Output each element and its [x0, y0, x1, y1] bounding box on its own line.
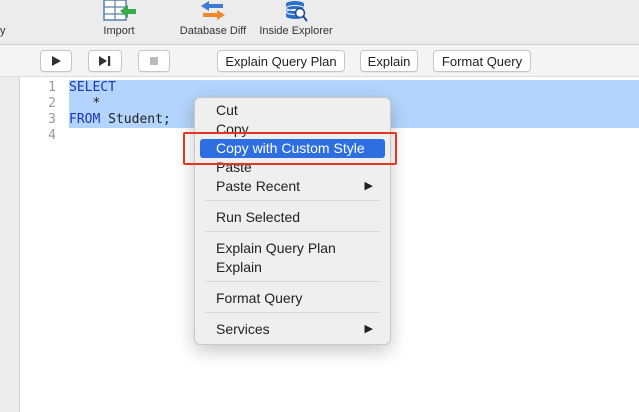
inside-explorer-label: Inside Explorer: [259, 25, 333, 37]
line-number: 4: [48, 128, 56, 143]
submenu-arrow-icon: ▶: [364, 323, 373, 335]
menu-separator: [205, 200, 380, 201]
code-line-3-rest: Student;: [100, 112, 171, 127]
explain-query-plan-button[interactable]: Explain Query Plan: [217, 50, 345, 72]
menu-item-cut[interactable]: Cut: [200, 101, 385, 120]
menu-item-run-selected[interactable]: Run Selected: [200, 208, 385, 227]
code-line-2: *: [69, 96, 101, 111]
toolbar-cut-label: y: [0, 25, 6, 37]
menu-separator: [205, 281, 380, 282]
menu-item-services[interactable]: Services ▶: [200, 320, 385, 339]
keyword-from: FROM: [69, 112, 101, 127]
menu-item-services-label: Services: [216, 321, 270, 337]
code-line-1: SELECT: [69, 80, 116, 95]
line-number: 3: [48, 112, 56, 127]
menu-separator: [205, 231, 380, 232]
code-line-3: FROM Student;: [69, 112, 171, 128]
database-diff-label: Database Diff: [179, 25, 247, 37]
left-sidebar: [0, 45, 20, 412]
database-diff-button[interactable]: Database Diff: [175, 0, 251, 44]
selection-line-1: [69, 80, 639, 96]
annotation-highlight-box: [183, 132, 397, 165]
import-label: Import: [103, 25, 135, 37]
menu-item-explain-query-plan[interactable]: Explain Query Plan: [200, 239, 385, 258]
query-toolbar: Explain Query Plan Explain Format Query: [0, 45, 639, 77]
import-button[interactable]: Import: [96, 0, 142, 44]
play-icon: [52, 56, 61, 66]
menu-item-format-query[interactable]: Format Query: [200, 289, 385, 308]
submenu-arrow-icon: ▶: [364, 180, 373, 192]
run-button[interactable]: [40, 50, 72, 72]
database-explorer-icon: [285, 1, 308, 22]
inside-explorer-button[interactable]: Inside Explorer: [255, 0, 337, 44]
line-number: 1: [48, 80, 56, 95]
import-icon: [103, 0, 136, 21]
step-button[interactable]: [88, 50, 122, 72]
step-forward-icon: [99, 56, 111, 66]
menu-item-explain[interactable]: Explain: [200, 258, 385, 277]
menu-separator: [205, 312, 380, 313]
menu-item-paste-recent[interactable]: Paste Recent ▶: [200, 177, 385, 196]
database-diff-icon: [201, 1, 225, 20]
stop-icon: [150, 57, 158, 65]
explain-button[interactable]: Explain: [360, 50, 418, 72]
menu-item-paste-recent-label: Paste Recent: [216, 178, 301, 194]
main-toolbar: y Import Database Diff Inside Explorer: [0, 0, 639, 45]
format-query-button[interactable]: Format Query: [433, 50, 531, 72]
stop-button[interactable]: [138, 50, 170, 72]
line-number: 2: [48, 96, 56, 111]
